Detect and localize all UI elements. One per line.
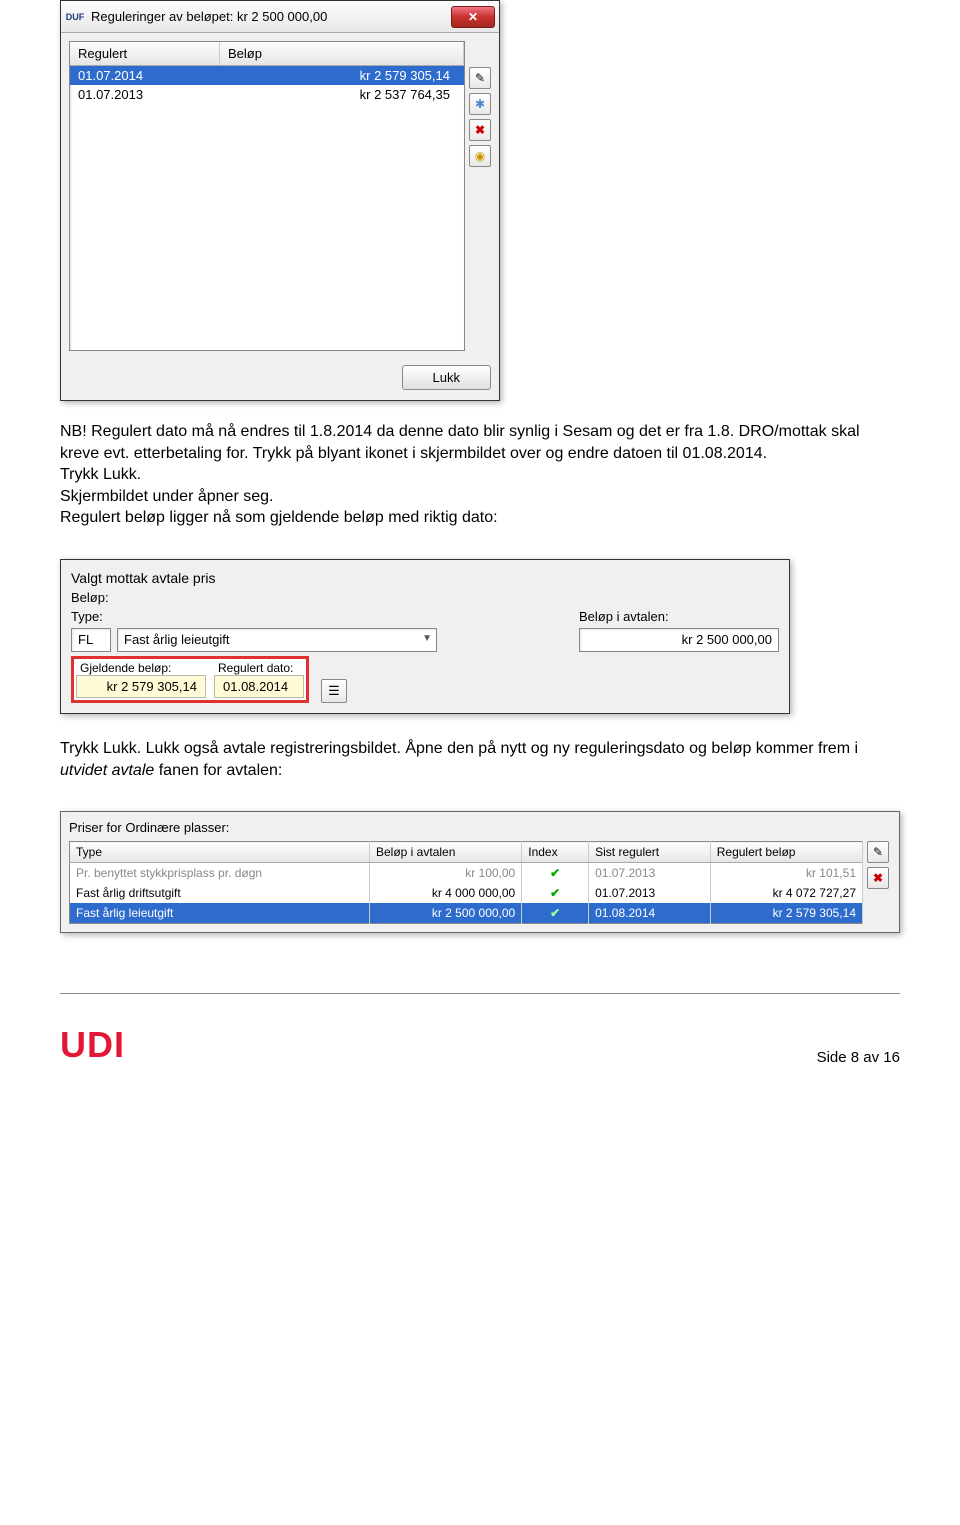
- footer-divider: [60, 993, 900, 994]
- list-header: Regulert Beløp: [70, 42, 464, 66]
- check-icon: ✔: [550, 886, 560, 900]
- close-icon: ✕: [468, 10, 478, 24]
- check-icon: ✔: [550, 866, 560, 880]
- page-number: Side 8 av 16: [817, 1049, 900, 1066]
- paragraph: Trykk Lukk.: [60, 464, 900, 486]
- label-regulert-dato: Regulert dato:: [214, 661, 304, 675]
- cell-sist: 01.07.2013: [589, 863, 711, 884]
- label-belop: Beløp:: [71, 590, 109, 605]
- panel-header: Valgt mottak avtale pris: [61, 560, 789, 590]
- cell-reg: kr 4 072 727,27: [710, 883, 862, 903]
- app-icon: DUF: [65, 9, 85, 25]
- label-type: Type:: [71, 609, 129, 624]
- list-row[interactable]: 01.07.2013 kr 2 537 764,35: [70, 85, 464, 104]
- regulations-list: Regulert Beløp 01.07.2014 kr 2 579 305,1…: [69, 41, 465, 351]
- open-regulations-button[interactable]: ☰: [321, 679, 347, 703]
- close-button[interactable]: ✕: [451, 6, 495, 28]
- table-row[interactable]: Fast årlig driftsutgift kr 4 000 000,00 …: [70, 883, 863, 903]
- udi-logo: UDI: [60, 1024, 125, 1066]
- bulb-icon: ◉: [475, 149, 485, 163]
- edit-button[interactable]: ✎: [469, 67, 491, 89]
- check-icon: ✔: [550, 906, 560, 920]
- table-row[interactable]: Fast årlig leieutgift kr 2 500 000,00 ✔ …: [70, 903, 863, 924]
- paragraph: NB! Regulert dato må nå endres til 1.8.2…: [60, 421, 900, 464]
- pencil-icon: ✎: [873, 845, 883, 859]
- info-button[interactable]: ◉: [469, 145, 491, 167]
- highlight-box: Gjeldende beløp: kr 2 579 305,14 Reguler…: [71, 656, 309, 703]
- list-row[interactable]: 01.07.2014 kr 2 579 305,14: [70, 66, 464, 85]
- table-side-toolbar: ✎ ✖: [863, 841, 891, 924]
- col-reg[interactable]: Regulert beløp: [710, 842, 862, 863]
- side-toolbar: ✎ ✱ ✖ ◉: [469, 33, 499, 359]
- star-icon: ✱: [475, 97, 485, 111]
- cell-sist: 01.08.2014: [589, 903, 711, 924]
- regulations-dialog: DUF Reguleringer av beløpet: kr 2 500 00…: [60, 0, 500, 401]
- cell-type: Pr. benyttet stykkprisplass pr. døgn: [70, 863, 370, 884]
- gjeldende-value: kr 2 579 305,14: [76, 675, 206, 698]
- paragraph: Regulert beløp ligger nå som gjeldende b…: [60, 507, 900, 529]
- cell-sist: 01.07.2013: [589, 883, 711, 903]
- edit-row-button[interactable]: ✎: [867, 841, 889, 863]
- new-button[interactable]: ✱: [469, 93, 491, 115]
- prices-table: Type Beløp i avtalen Index Sist regulert…: [69, 841, 863, 924]
- type-dropdown[interactable]: Fast årlig leieutgift: [117, 628, 437, 652]
- table-row[interactable]: Pr. benyttet stykkprisplass pr. døgn kr …: [70, 863, 863, 884]
- col-belop[interactable]: Beløp i avtalen: [370, 842, 522, 863]
- pencil-icon: ✎: [475, 71, 485, 85]
- avtale-amount-input[interactable]: kr 2 500 000,00: [579, 628, 779, 652]
- close-dialog-button[interactable]: Lukk: [402, 365, 491, 390]
- delete-row-button[interactable]: ✖: [867, 867, 889, 889]
- prices-title: Priser for Ordinære plasser:: [69, 820, 891, 835]
- cell-reg: kr 2 579 305,14: [710, 903, 862, 924]
- cell-belop: kr 2 500 000,00: [370, 903, 522, 924]
- cell-belop: kr 100,00: [370, 863, 522, 884]
- col-belop[interactable]: Beløp: [220, 42, 464, 65]
- type-code-input[interactable]: FL: [71, 628, 111, 652]
- regulert-value: 01.08.2014: [214, 675, 304, 698]
- paragraph: Skjermbildet under åpner seg.: [60, 486, 900, 508]
- list-icon: ☰: [328, 683, 340, 699]
- col-sist[interactable]: Sist regulert: [589, 842, 711, 863]
- dialog-titlebar: DUF Reguleringer av beløpet: kr 2 500 00…: [61, 1, 499, 33]
- prices-table-panel: Priser for Ordinære plasser: Type Beløp …: [60, 811, 900, 933]
- col-type[interactable]: Type: [70, 842, 370, 863]
- cell-type: Fast årlig driftsutgift: [70, 883, 370, 903]
- col-index[interactable]: Index: [522, 842, 589, 863]
- delete-button[interactable]: ✖: [469, 119, 491, 141]
- cell-amount: kr 2 537 764,35: [228, 87, 456, 102]
- cell-date: 01.07.2013: [78, 87, 228, 102]
- col-regulert[interactable]: Regulert: [70, 42, 220, 65]
- cell-date: 01.07.2014: [78, 68, 228, 83]
- cell-reg: kr 101,51: [710, 863, 862, 884]
- cell-type: Fast årlig leieutgift: [70, 903, 370, 924]
- cell-belop: kr 4 000 000,00: [370, 883, 522, 903]
- delete-icon: ✖: [475, 123, 485, 137]
- dialog-title: Reguleringer av beløpet: kr 2 500 000,00: [91, 9, 451, 24]
- cell-amount: kr 2 579 305,14: [228, 68, 456, 83]
- delete-icon: ✖: [873, 871, 883, 885]
- price-panel: Valgt mottak avtale pris Beløp: Type: Be…: [60, 559, 790, 714]
- label-gjeldende: Gjeldende beløp:: [76, 661, 206, 675]
- paragraph: Trykk Lukk. Lukk også avtale registrerin…: [60, 738, 900, 781]
- label-avtale: Beløp i avtalen:: [579, 609, 779, 624]
